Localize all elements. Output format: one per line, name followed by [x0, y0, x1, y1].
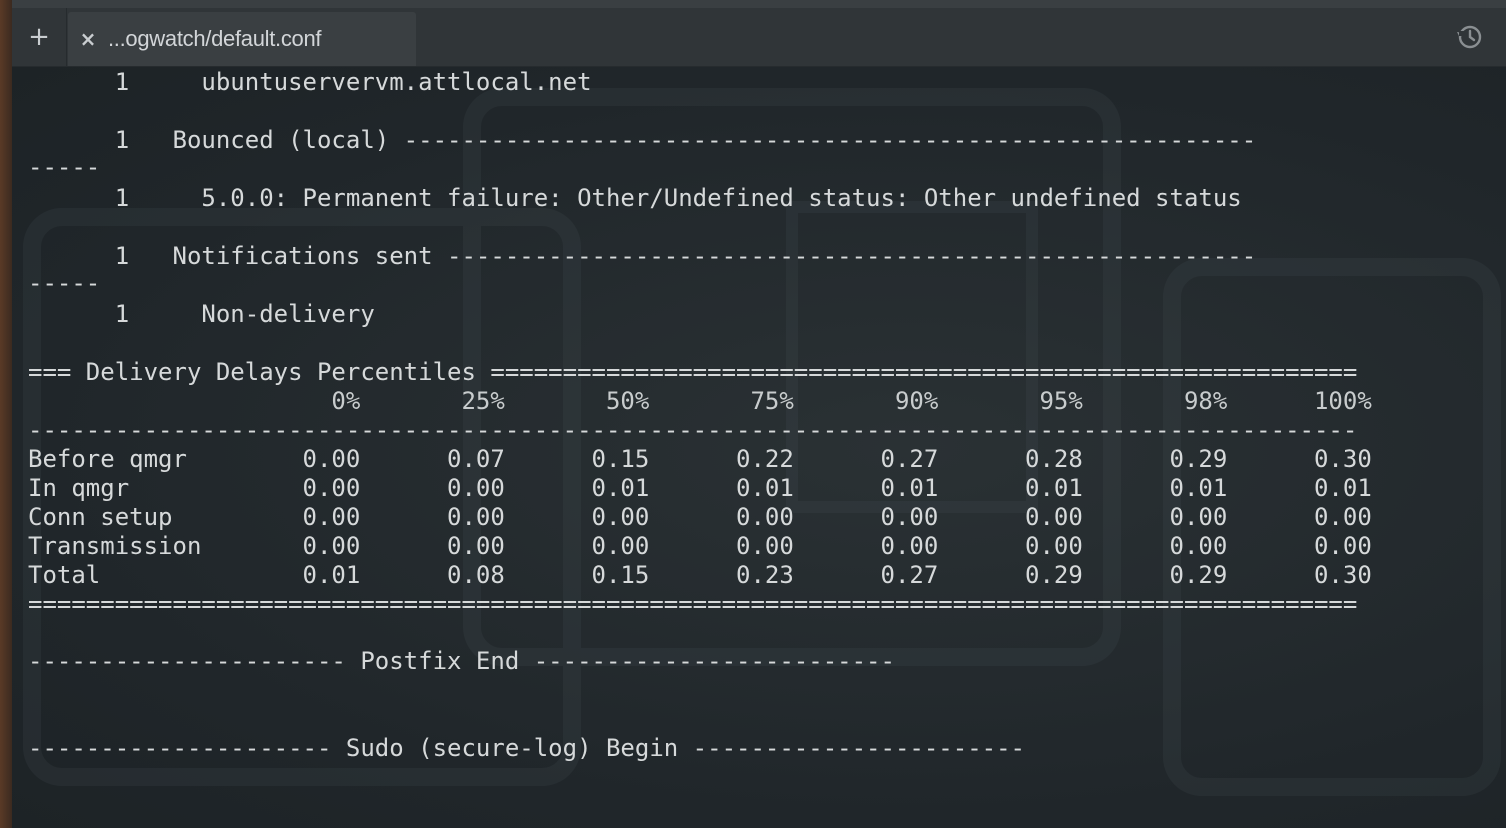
output-line: 1 ubuntuservervm.attlocal.net	[28, 68, 592, 96]
new-tab-button[interactable]: +	[12, 8, 67, 66]
table-row: In qmgr 0.00 0.00 0.01 0.01 0.01 0.01 0.…	[28, 474, 1372, 502]
table-row: Before qmgr 0.00 0.07 0.15 0.22 0.27 0.2…	[28, 445, 1372, 473]
output-line: 1 5.0.0: Permanent failure: Other/Undefi…	[28, 184, 1242, 212]
output-line: 1 Non-delivery	[28, 300, 375, 328]
output-line: -----	[28, 269, 101, 297]
tab-title: ...ogwatch/default.conf	[108, 26, 322, 51]
terminal-window: + × ...ogwatch/default.conf 1 ubuntuserv…	[0, 0, 1506, 828]
terminal-text: 1 ubuntuservervm.attlocal.net 1 Bounced …	[12, 67, 1506, 762]
table-row: Transmission 0.00 0.00 0.00 0.00 0.00 0.…	[28, 532, 1372, 560]
terminal-output[interactable]: 1 ubuntuservervm.attlocal.net 1 Bounced …	[12, 67, 1506, 828]
plus-icon: +	[28, 22, 50, 52]
section-footer-postfix-end: ---------------------- Postfix End -----…	[28, 647, 895, 675]
table-row: Total 0.01 0.08 0.15 0.23 0.27 0.29 0.29…	[28, 561, 1372, 589]
separator-line: ----------------------------------------…	[28, 416, 1358, 444]
section-header-delivery-delays: === Delivery Delays Percentiles ========…	[28, 358, 1358, 386]
output-line: 1 Bounced (local) ----------------------…	[28, 126, 1257, 154]
output-line: 1 Notifications sent -------------------…	[28, 242, 1257, 270]
percentile-header-row: 0% 25% 50% 75% 90% 95% 98% 100%	[28, 387, 1372, 415]
desktop-edge	[0, 0, 12, 828]
section-header-sudo-begin: --------------------- Sudo (secure-log) …	[28, 734, 1025, 762]
tab-bar: + × ...ogwatch/default.conf	[12, 8, 1506, 67]
history-icon[interactable]	[1454, 22, 1484, 52]
close-tab-icon[interactable]: ×	[68, 27, 108, 51]
window-frame-top	[0, 0, 1506, 8]
tab-default-conf[interactable]: × ...ogwatch/default.conf	[68, 12, 416, 66]
table-row: Conn setup 0.00 0.00 0.00 0.00 0.00 0.00…	[28, 503, 1372, 531]
separator-line: ========================================…	[28, 590, 1358, 618]
output-line: -----	[28, 153, 101, 181]
